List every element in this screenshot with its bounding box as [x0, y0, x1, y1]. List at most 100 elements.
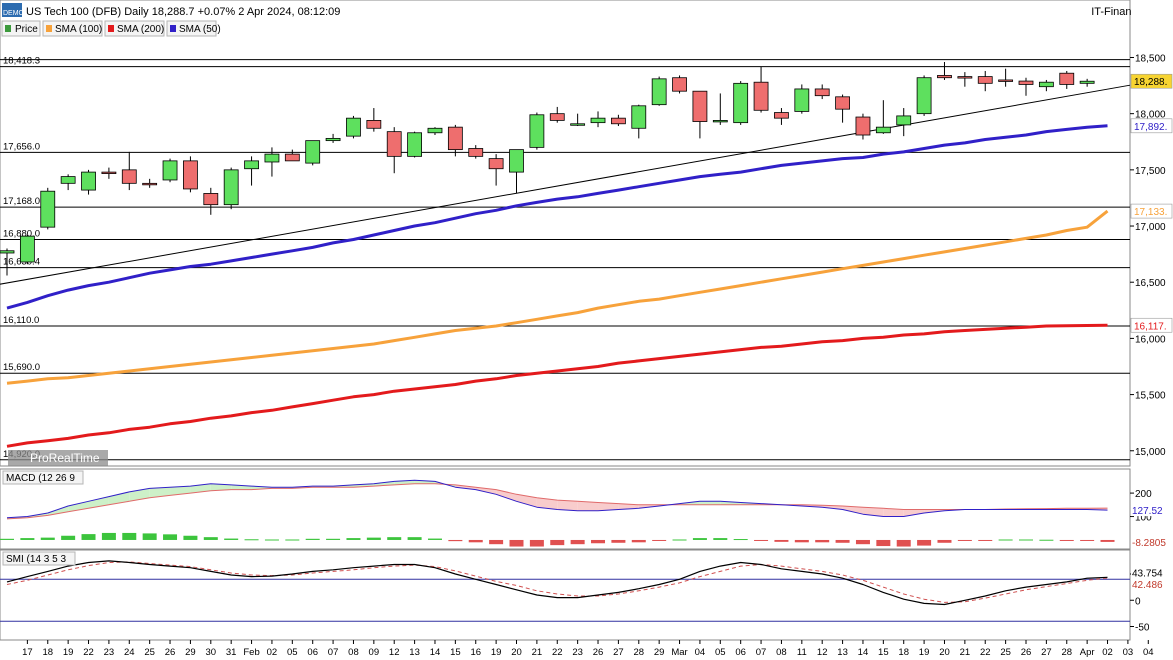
macd-histogram-bar — [1100, 539, 1115, 542]
price-level-label: 17,168.0 — [3, 196, 40, 207]
legend-swatch-sma50 — [170, 25, 176, 32]
candle-body — [692, 90, 708, 122]
x-axis-tick-label: 27 — [1041, 647, 1052, 658]
x-axis-tick-label: 12 — [389, 647, 400, 658]
x-axis-tick-label: 19 — [919, 647, 930, 658]
x-axis-tick-label: 20 — [511, 647, 522, 658]
legend-item-sma100[interactable]: SMA (100) — [42, 20, 103, 37]
x-axis-tick-label: 02 — [267, 647, 278, 658]
x-axis-tick-label: 24 — [124, 647, 135, 658]
x-axis-tick-label: 18 — [42, 647, 53, 658]
macd-histogram-bar — [61, 535, 76, 540]
watermark-text: ProRealTime — [30, 451, 100, 465]
candle-body — [427, 127, 443, 134]
x-axis-tick-label: 14 — [858, 647, 869, 658]
x-axis-background — [0, 641, 1173, 660]
x-axis-tick-label: 18 — [898, 647, 909, 658]
macd-histogram-bar — [591, 539, 606, 544]
macd-histogram-bar — [733, 539, 748, 541]
macd-histogram-bar — [264, 539, 279, 541]
candle-body — [855, 116, 871, 136]
candle-body — [977, 76, 993, 84]
macd-histogram-bar — [101, 532, 116, 540]
x-axis-tick-label: 22 — [552, 647, 563, 658]
x-axis-tick-label: 06 — [307, 647, 318, 658]
time-x-axis[interactable]: 17 18 19 22 23 24 25 26 29 30 31 Feb 02 05 06 07 08 09 12 1… — [0, 640, 1173, 660]
macd-badge-label: -8.2805 — [1132, 538, 1166, 549]
macd-histogram-bar — [407, 537, 422, 540]
candle-body — [835, 96, 850, 110]
macd-histogram-bar — [427, 538, 442, 540]
price-badge-label: 16,117. — [1134, 321, 1167, 332]
legend-swatch-sma200 — [108, 25, 114, 32]
x-axis-tick-label: 08 — [776, 647, 787, 658]
macd-histogram-bar — [937, 539, 952, 543]
candle-body — [753, 81, 769, 111]
candle-body — [733, 82, 749, 124]
x-axis-tick-label: 15 — [450, 647, 461, 658]
x-axis-tick-label: 02 — [1102, 647, 1113, 658]
x-axis-tick-label: Feb — [243, 647, 259, 658]
macd-histogram-bar — [244, 539, 259, 541]
candle-body — [590, 117, 606, 124]
candle-body — [19, 235, 35, 263]
x-axis-tick-label: 31 — [226, 647, 237, 658]
candle-body — [937, 75, 952, 79]
x-axis-tick-label: 29 — [654, 647, 665, 658]
macd-histogram-bar — [142, 533, 157, 540]
candle-body — [998, 79, 1014, 82]
price-level-label: 15,690.0 — [3, 362, 40, 373]
price-badge-label: 18,288. — [1134, 77, 1167, 88]
x-axis-tick-label: 26 — [1021, 647, 1032, 658]
legend-label-sma100: SMA (100) — [55, 24, 102, 35]
macd-histogram-bar — [570, 539, 585, 545]
x-axis-tick-label: 25 — [1000, 647, 1011, 658]
price-level-label: 16,110.0 — [3, 315, 39, 326]
macd-histogram-bar — [815, 539, 830, 543]
macd-histogram-bar — [40, 537, 55, 540]
smi-y-tick-label: -50 — [1135, 623, 1150, 634]
legend-item-price[interactable]: Price — [1, 20, 41, 37]
x-axis-tick-label: 04 — [695, 647, 706, 658]
candle-body — [203, 193, 219, 206]
y-axis-tick-label: 18,500 — [1135, 53, 1166, 64]
candle-body — [162, 160, 178, 181]
legend-item-sma200[interactable]: SMA (200) — [104, 20, 165, 37]
x-axis-tick-label: 05 — [287, 647, 298, 658]
x-axis-tick-label: 23 — [104, 647, 115, 658]
macd-histogram-bar — [366, 537, 381, 540]
x-axis-tick-label: 08 — [348, 647, 359, 658]
x-axis-tick-label: 26 — [593, 647, 604, 658]
candle-body — [244, 160, 259, 170]
chart-canvas: DEMO US Tech 100 (DFB) Daily 18,288.7 +0… — [0, 0, 1173, 660]
macd-y-tick-label: 200 — [1135, 489, 1152, 500]
x-axis-tick-label: 22 — [83, 647, 94, 658]
macd-histogram-bar — [448, 539, 463, 542]
candle-body — [447, 126, 463, 151]
macd-histogram-bar — [896, 539, 911, 547]
macd-histogram-bar — [346, 538, 361, 540]
macd-histogram-bar — [81, 534, 96, 540]
x-axis-tick-label: 20 — [939, 647, 950, 658]
y-axis-tick-label: 17,500 — [1135, 166, 1166, 177]
candle-body — [40, 190, 56, 228]
candle-body — [651, 78, 667, 106]
macd-histogram-bar — [550, 539, 565, 546]
macd-histogram-bar — [509, 539, 524, 547]
macd-histogram-bar — [489, 539, 504, 545]
x-axis-tick-label: 07 — [328, 647, 339, 658]
candle-body — [284, 153, 300, 162]
macd-histogram-bar — [631, 539, 646, 543]
macd-histogram-bar — [468, 539, 483, 543]
macd-histogram-bar — [917, 539, 932, 546]
legend-item-sma50[interactable]: SMA (50) — [166, 20, 221, 37]
macd-histogram-bar — [1059, 539, 1074, 541]
price-panel — [0, 0, 1131, 467]
candle-body — [774, 112, 789, 119]
x-axis-tick-label: 23 — [572, 647, 583, 658]
smi-title: SMI (14 3 5 3 — [2, 551, 76, 566]
candle-body — [183, 160, 198, 190]
legend-label-sma50: SMA (50) — [179, 24, 221, 35]
candle-body — [264, 153, 280, 163]
candle-body — [1059, 72, 1075, 85]
